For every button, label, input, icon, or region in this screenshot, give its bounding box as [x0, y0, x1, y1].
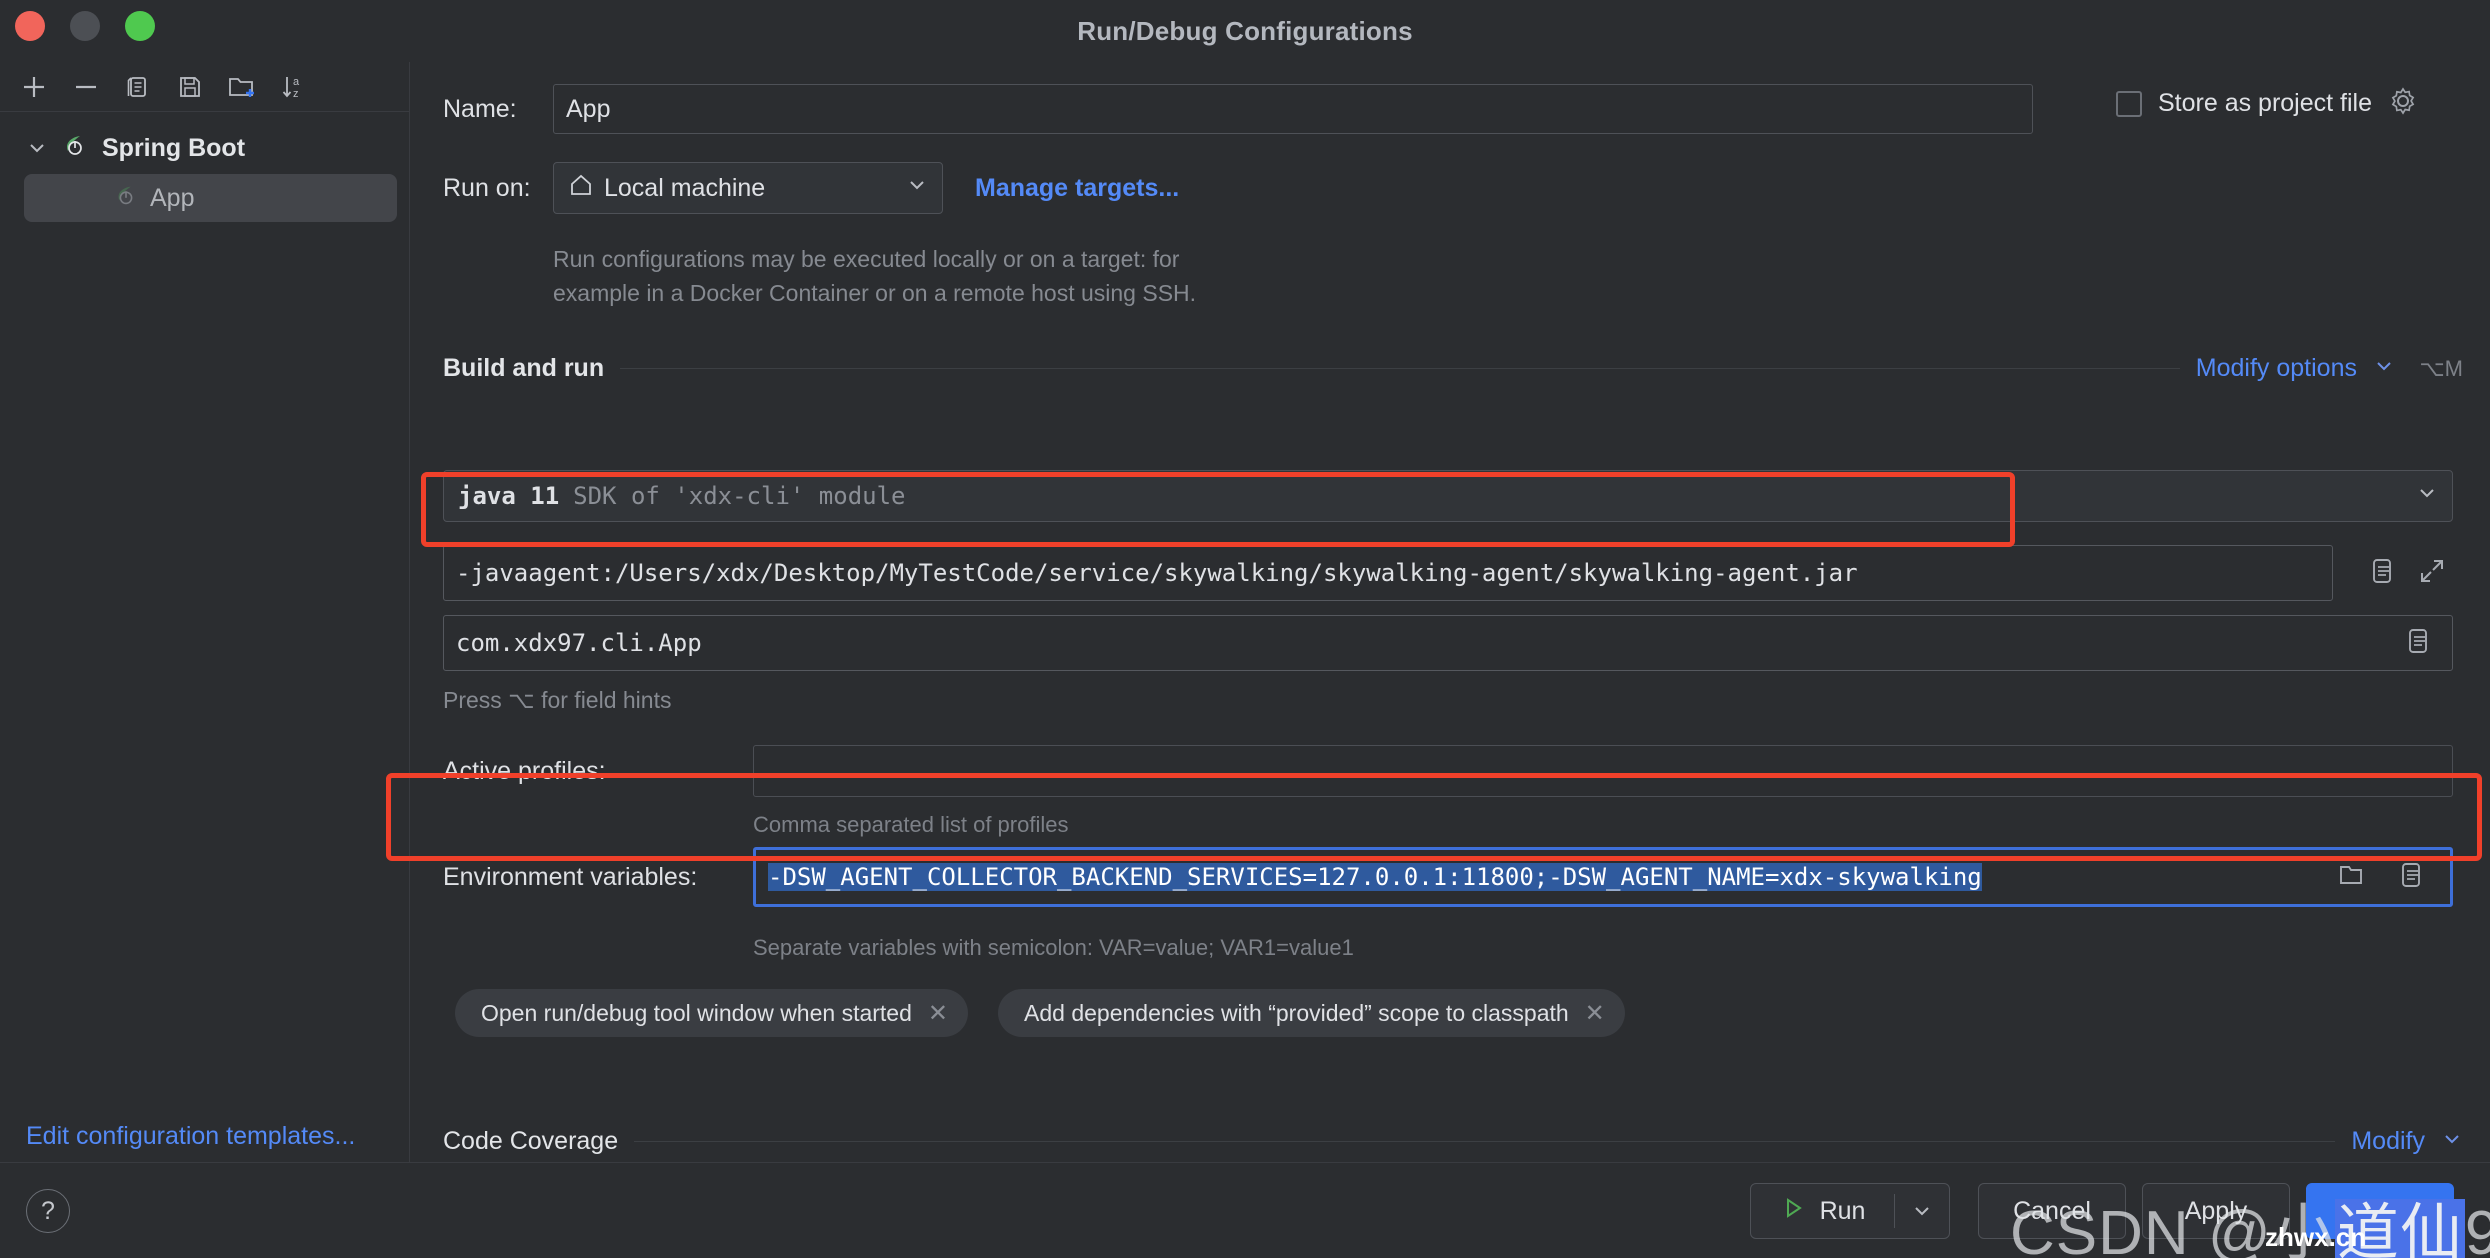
run-on-select[interactable]: Local machine [553, 162, 943, 214]
environment-variables-input[interactable]: -DSW_AGENT_COLLECTOR_BACKEND_SERVICES=12… [768, 863, 1982, 891]
main-class-input[interactable]: com.xdx97.cli.App [443, 615, 2453, 671]
close-icon[interactable]: ✕ [928, 999, 948, 1028]
store-as-project-file-row[interactable]: Store as project file [2116, 86, 2418, 121]
vm-options-row: -javaagent:/Users/xdx/Desktop/MyTestCode… [443, 541, 2453, 605]
chip-label: Add dependencies with “provided” scope t… [1024, 999, 1569, 1026]
build-and-run-title: Build and run [443, 354, 605, 382]
run-on-hint-line-1: Run configurations may be executed local… [553, 246, 1180, 272]
environment-variables-label: Environment variables: [443, 862, 698, 891]
run-on-value: Local machine [604, 173, 766, 202]
run-button[interactable]: Run [1750, 1183, 1950, 1239]
name-input[interactable]: App [553, 84, 2033, 134]
code-coverage-modify-link[interactable]: Modify [2351, 1127, 2425, 1156]
copy-configuration-button[interactable] [112, 65, 164, 109]
modify-options-shortcut: ⌥M [2419, 355, 2463, 381]
sidebar-toolbar: a z [0, 62, 409, 112]
store-as-project-file-label: Store as project file [2158, 89, 2372, 117]
store-as-project-file-checkbox[interactable] [2116, 90, 2142, 117]
window-title: Run/Debug Configurations [1077, 15, 1413, 46]
edit-environment-variables-icon[interactable] [2396, 860, 2426, 895]
modify-options-link[interactable]: Modify options [2196, 354, 2357, 383]
code-coverage-header: Code Coverage Modify [443, 1127, 2463, 1156]
home-icon [568, 172, 594, 205]
code-coverage-title: Code Coverage [443, 1127, 619, 1155]
save-configuration-button[interactable] [164, 65, 216, 109]
chevron-down-icon[interactable] [906, 174, 928, 203]
apply-button[interactable]: Apply [2142, 1183, 2290, 1239]
spring-boot-icon [60, 130, 90, 167]
svg-text:a: a [293, 76, 300, 88]
dialog-footer: ? Run Cancel Apply OK [0, 1162, 2490, 1258]
run-on-label: Run on: [443, 173, 531, 202]
run-on-row: Run on: Local machine Manage targets... [443, 162, 1179, 214]
run-dropdown-arrow[interactable] [1895, 1200, 1949, 1222]
run-on-hint: Run configurations may be executed local… [553, 242, 1196, 310]
run-on-hint-line-2: example in a Docker Container or on a re… [553, 280, 1197, 306]
sdk-note: SDK of 'xdx-cli' module [573, 482, 906, 510]
sidebar-item-app-label: App [150, 183, 195, 212]
add-configuration-button[interactable] [8, 65, 60, 109]
run-button-label: Run [1819, 1196, 1866, 1225]
play-icon [1780, 1195, 1806, 1228]
tree-group-spring-boot[interactable]: Spring Boot [0, 126, 409, 170]
active-profiles-row: Active profiles: [443, 745, 2453, 797]
active-profiles-input[interactable] [753, 745, 2453, 797]
gear-icon[interactable] [2388, 86, 2418, 121]
help-button[interactable]: ? [26, 1189, 70, 1233]
environment-variables-hint: Separate variables with semicolon: VAR=v… [753, 935, 1354, 960]
chip-label: Open run/debug tool window when started [481, 999, 912, 1026]
sidebar-item-app[interactable]: App [24, 174, 397, 222]
section-rule [620, 368, 2180, 369]
chevron-down-icon[interactable] [2373, 355, 2395, 382]
sort-az-button[interactable]: a z [268, 65, 320, 109]
name-label: Name: [443, 94, 517, 123]
chevron-down-icon[interactable] [2441, 1128, 2463, 1155]
sdk-value: java 11 [458, 482, 560, 510]
ok-button[interactable]: OK [2306, 1183, 2454, 1239]
field-hints-text: Press ⌥ for field hints [443, 687, 672, 713]
edit-configuration-templates-link[interactable]: Edit configuration templates... [26, 1122, 355, 1150]
configurations-tree: Spring Boot App [0, 112, 409, 222]
chevron-down-icon[interactable] [26, 137, 48, 159]
browse-main-class-icon[interactable] [2403, 626, 2433, 661]
active-profiles-hint: Comma separated list of profiles [753, 812, 1069, 837]
environment-variables-row: Environment variables: -DSW_AGENT_COLLEC… [443, 847, 2453, 907]
cancel-button[interactable]: Cancel [1978, 1183, 2126, 1239]
jre-select[interactable]: java 11 SDK of 'xdx-cli' module [443, 470, 2453, 522]
remove-configuration-button[interactable] [60, 65, 112, 109]
close-icon[interactable]: ✕ [1585, 999, 1605, 1028]
chip-add-provided-dependencies[interactable]: Add dependencies with “provided” scope t… [998, 989, 1625, 1037]
configurations-sidebar: a z Spring Boot App Edit configuration t… [0, 62, 410, 1162]
chip-open-run-debug-tool-window[interactable]: Open run/debug tool window when started … [455, 989, 968, 1037]
options-chips: Open run/debug tool window when started … [455, 989, 1625, 1037]
manage-targets-link[interactable]: Manage targets... [975, 174, 1179, 203]
title-bar: Run/Debug Configurations [0, 0, 2490, 62]
run-debug-configurations-dialog: Run/Debug Configurations a z Spring Boot… [0, 0, 2490, 1258]
vm-options-input[interactable]: -javaagent:/Users/xdx/Desktop/MyTestCode… [443, 545, 2333, 601]
section-rule [634, 1141, 2336, 1142]
folder-icon[interactable] [2336, 860, 2366, 895]
tree-group-label: Spring Boot [102, 133, 246, 162]
spring-boot-app-icon [112, 181, 140, 216]
main-class-row: com.xdx97.cli.App [443, 615, 2453, 671]
expand-list-icon[interactable] [2367, 556, 2397, 591]
active-profiles-label: Active profiles: [443, 756, 606, 785]
new-folder-button[interactable] [216, 65, 268, 109]
expand-editor-icon[interactable] [2417, 556, 2447, 591]
svg-text:z: z [293, 88, 299, 100]
build-and-run-header: Build and run Modify options ⌥M [443, 354, 2463, 383]
environment-variables-field[interactable]: -DSW_AGENT_COLLECTOR_BACKEND_SERVICES=12… [753, 847, 2453, 907]
configuration-form: Name: App Store as project file Run on: [411, 62, 2490, 1221]
chevron-down-icon[interactable] [2416, 482, 2438, 511]
